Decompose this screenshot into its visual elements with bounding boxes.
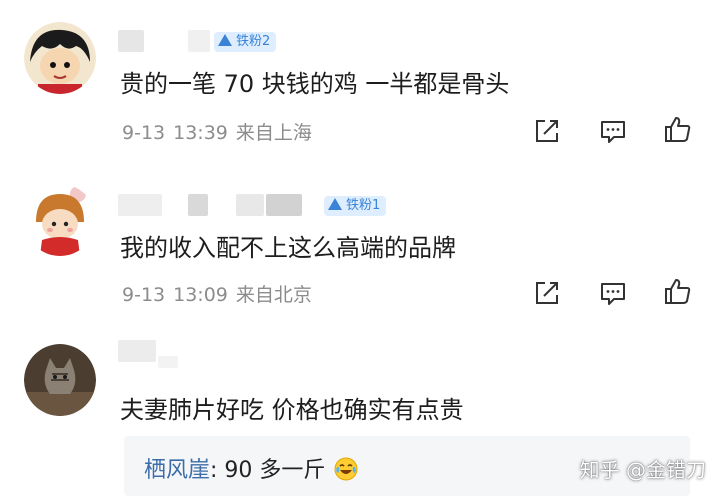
username-censored — [236, 194, 264, 216]
comment-time: 13:39 — [173, 122, 228, 144]
username-row[interactable]: 铁粉2 — [118, 30, 318, 54]
username-censored — [188, 30, 210, 52]
avatar[interactable] — [24, 184, 96, 256]
comment-time: 13:09 — [173, 284, 228, 306]
comment-item: 铁粉2 贵的一笔 70 块钱的鸡 一半都是骨头 9-13 13:39 来自上海 — [0, 0, 720, 160]
comment-item: 铁粉1 我的收入配不上这么高端的品牌 9-13 13:09 来自北京 — [0, 160, 720, 320]
reply-author[interactable]: 栖风崖 — [144, 458, 210, 483]
username-censored — [118, 340, 156, 362]
comment-date: 9-13 — [122, 284, 166, 306]
username-censored — [158, 356, 178, 368]
avatar-luffy-image — [24, 22, 96, 94]
comment-text: 夫妻肺片好吃 价格也确实有点贵 — [120, 396, 464, 424]
watermark: 知乎 @金错刀 — [579, 458, 706, 482]
share-icon[interactable] — [532, 116, 562, 146]
comment-icon[interactable] — [598, 116, 628, 146]
comment-location: 来自北京 — [235, 284, 312, 306]
username-censored — [266, 194, 302, 216]
laugh-cry-emoji-icon — [334, 457, 358, 481]
like-icon[interactable] — [662, 114, 692, 144]
share-icon[interactable] — [532, 278, 562, 308]
reply-content: : 90 多一斤 — [210, 458, 326, 483]
fan-badge: 铁粉1 — [324, 196, 387, 216]
comment-text: 贵的一笔 70 块钱的鸡 一半都是骨头 — [120, 70, 510, 98]
username-censored — [118, 30, 144, 52]
avatar-cat-image — [24, 344, 96, 416]
comment-meta: 9-13 13:39 来自上海 — [122, 118, 320, 145]
avatar[interactable] — [24, 22, 96, 94]
fan-badge-icon — [328, 198, 342, 210]
like-icon[interactable] — [662, 276, 692, 306]
fan-badge: 铁粉2 — [214, 32, 277, 52]
comment-text: 我的收入配不上这么高端的品牌 — [120, 234, 456, 262]
reply-text: 栖风崖: 90 多一斤 — [144, 452, 358, 484]
username-censored — [188, 194, 208, 216]
comment-date: 9-13 — [122, 122, 166, 144]
comment-meta: 9-13 13:09 来自北京 — [122, 280, 320, 307]
avatar-cartoon-girl-image — [24, 184, 96, 256]
username-row[interactable] — [118, 340, 238, 368]
avatar[interactable] — [24, 344, 96, 416]
comment-location: 来自上海 — [235, 122, 312, 144]
fan-badge-icon — [218, 34, 232, 46]
comment-icon[interactable] — [598, 278, 628, 308]
username-row[interactable]: 铁粉1 — [118, 194, 398, 218]
username-censored — [118, 194, 162, 216]
